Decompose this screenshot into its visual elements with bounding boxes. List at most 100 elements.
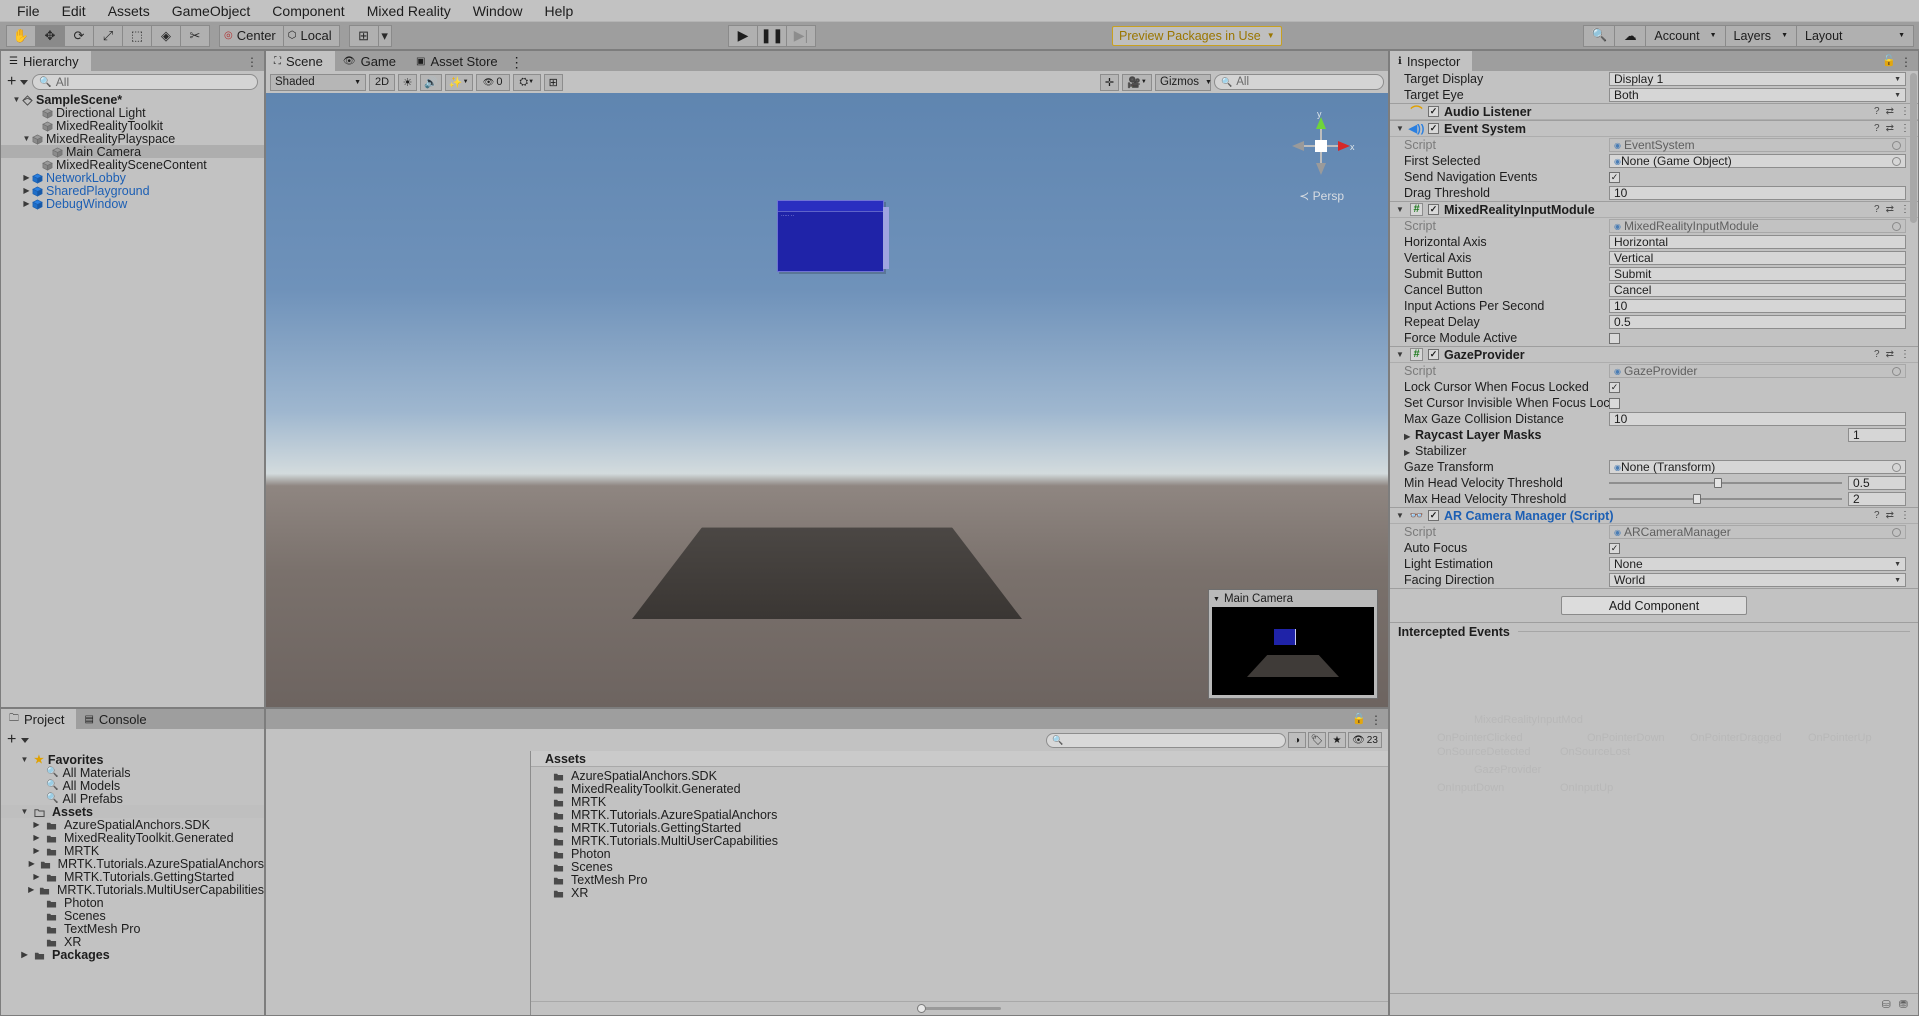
scene-orientation-gizmo[interactable]: y x bbox=[1286, 111, 1356, 181]
hierarchy-item-debugwindow[interactable]: ▶DebugWindow bbox=[1, 197, 264, 210]
footer-icon-2[interactable]: ⛃ bbox=[1899, 998, 1908, 1011]
component-enabled-checkbox[interactable]: ✓ bbox=[1428, 123, 1439, 134]
help-icon[interactable]: ? bbox=[1874, 349, 1880, 360]
search-toolbar-icon[interactable]: 🔍 bbox=[1583, 25, 1615, 47]
text-field[interactable]: 10 bbox=[1609, 299, 1906, 313]
disclosure-triangle[interactable]: ▼ bbox=[1396, 511, 1405, 520]
component-options-icon[interactable]: ⋮ bbox=[1900, 349, 1910, 360]
filter-by-label-icon[interactable]: 🏷 bbox=[1308, 732, 1326, 748]
disclosure-triangle[interactable]: ▼ bbox=[11, 95, 22, 104]
gizmos-dropdown[interactable]: Gizmos ▼ bbox=[1155, 74, 1211, 91]
component-header-event-system[interactable]: ▼◀))✓Event System?⇄⋮ bbox=[1390, 120, 1918, 137]
scene-grid-icon[interactable]: ⊞ bbox=[544, 74, 563, 91]
disclosure-triangle[interactable]: ▼ bbox=[1396, 350, 1405, 359]
tab-inspector[interactable]: ℹ Inspector bbox=[1390, 51, 1472, 71]
hierarchy-item-mixedrealityscenecontent[interactable]: ▶MixedRealitySceneContent bbox=[1, 158, 264, 171]
thumbnail-size-slider[interactable] bbox=[919, 1007, 1001, 1010]
component-header-mixedrealityinputmodule[interactable]: ▼#✓MixedRealityInputModule?⇄⋮ bbox=[1390, 201, 1918, 218]
disclosure-triangle[interactable]: ▼ bbox=[21, 134, 32, 143]
preset-icon[interactable]: ⇄ bbox=[1886, 349, 1894, 360]
tab-asset-store[interactable]: ▣ Asset Store bbox=[408, 51, 510, 71]
add-component-button[interactable]: Add Component bbox=[1561, 596, 1747, 615]
hierarchy-search-input[interactable]: 🔍 All bbox=[32, 74, 258, 90]
disclosure-triangle[interactable]: ▶ bbox=[1404, 432, 1415, 441]
disclosure-triangle[interactable]: ▶ bbox=[21, 199, 32, 208]
inspector-scroll-area[interactable]: Target DisplayDisplay 1▼Target EyeBoth▼⌒… bbox=[1390, 71, 1918, 993]
scene-options-icon[interactable]: ⋮ bbox=[510, 54, 524, 71]
help-icon[interactable]: ? bbox=[1874, 123, 1880, 134]
object-picker-icon[interactable] bbox=[1892, 367, 1901, 376]
project-tree-item-photon[interactable]: ▶Photon bbox=[1, 896, 264, 909]
pivot-rotation-button[interactable]: ⬡ Local bbox=[283, 25, 340, 47]
hierarchy-item-mixedrealitytoolkit[interactable]: ▶MixedRealityToolkit bbox=[1, 119, 264, 132]
menu-item-assets[interactable]: Assets bbox=[97, 0, 161, 22]
slider-value-field[interactable]: 0.5 bbox=[1848, 476, 1906, 490]
slider-knob[interactable] bbox=[917, 1004, 926, 1013]
dropdown-field[interactable]: None▼ bbox=[1609, 557, 1906, 571]
project-tree-item-assets[interactable]: ▼Assets bbox=[1, 805, 264, 818]
component-options-icon[interactable]: ⋮ bbox=[1900, 510, 1910, 521]
hand-tool-icon[interactable]: ✋ bbox=[6, 25, 36, 47]
project-tree-item-all-prefabs[interactable]: ▶🔍All Prefabs bbox=[1, 792, 264, 805]
scene-viewport[interactable]: ····· ·· y x bbox=[266, 93, 1388, 707]
chevron-down-icon[interactable] bbox=[21, 738, 29, 743]
project-options-icon[interactable]: ⋮ bbox=[1370, 713, 1382, 727]
component-header-gazeprovider[interactable]: ▼#✓GazeProvider?⇄⋮ bbox=[1390, 346, 1918, 363]
help-icon[interactable]: ? bbox=[1874, 204, 1880, 215]
grid-snapping-icon[interactable]: ⊞ bbox=[349, 25, 379, 47]
disclosure-triangle[interactable]: ▶ bbox=[31, 820, 42, 829]
menu-item-component[interactable]: Component bbox=[261, 0, 355, 22]
project-tree-item-favorites[interactable]: ▼★Favorites bbox=[1, 753, 264, 766]
disclosure-triangle[interactable]: ▶ bbox=[31, 872, 42, 881]
inspector-options-icon[interactable]: ⋮ bbox=[1900, 55, 1912, 69]
disclosure-triangle[interactable]: ▶ bbox=[21, 186, 32, 195]
menu-item-window[interactable]: Window bbox=[462, 0, 534, 22]
asset-item-mrtk[interactable]: MRTK bbox=[531, 795, 1388, 808]
project-tree-item-all-models[interactable]: ▶🔍All Models bbox=[1, 779, 264, 792]
scene-blue-ui-panel[interactable]: ····· ·· bbox=[777, 200, 884, 272]
pivot-mode-button[interactable]: ◎ Center bbox=[219, 25, 284, 47]
checkbox[interactable]: ✓ bbox=[1609, 398, 1620, 409]
scene-audio-icon[interactable]: 🔊 bbox=[420, 74, 442, 91]
rect-tool-icon[interactable]: ⬚ bbox=[122, 25, 152, 47]
scene-lighting-icon[interactable]: ☀ bbox=[398, 74, 417, 91]
project-search-input[interactable]: 🔍 bbox=[1046, 733, 1286, 748]
component-enabled-checkbox[interactable]: ✓ bbox=[1428, 349, 1439, 360]
object-field[interactable]: ◉GazeProvider bbox=[1609, 364, 1906, 378]
disclosure-triangle[interactable]: ▼ bbox=[19, 755, 30, 764]
preset-icon[interactable]: ⇄ bbox=[1886, 123, 1894, 134]
help-icon[interactable]: ? bbox=[1874, 510, 1880, 521]
project-tree-item-mrtk-tutorials-azurespatialanchors[interactable]: ▶MRTK.Tutorials.AzureSpatialAnchors bbox=[1, 857, 264, 870]
menu-item-file[interactable]: File bbox=[6, 0, 51, 22]
disclosure-triangle[interactable]: ▼ bbox=[1396, 205, 1405, 214]
disclosure-triangle[interactable]: ▶ bbox=[21, 173, 32, 182]
menu-item-gameobject[interactable]: GameObject bbox=[161, 0, 262, 22]
checkbox[interactable]: ✓ bbox=[1609, 382, 1620, 393]
cloud-collab-icon[interactable]: ☁ bbox=[1614, 25, 1646, 47]
tab-console[interactable]: ▤ Console bbox=[76, 709, 158, 729]
object-field[interactable]: ◉None (Game Object) bbox=[1609, 154, 1906, 168]
preset-icon[interactable]: ⇄ bbox=[1886, 510, 1894, 521]
slider-knob[interactable] bbox=[1693, 494, 1701, 504]
footer-icon-1[interactable]: ⛁ bbox=[1882, 998, 1891, 1011]
tab-scene[interactable]: ⛶ Scene bbox=[266, 51, 335, 71]
camera-preview-title[interactable]: ▼ Main Camera bbox=[1211, 592, 1375, 606]
create-asset-icon[interactable]: + bbox=[7, 733, 16, 747]
project-tree-item-xr[interactable]: ▶XR bbox=[1, 935, 264, 948]
object-picker-icon[interactable] bbox=[1892, 157, 1901, 166]
transform-tool-icon[interactable]: ◈ bbox=[151, 25, 181, 47]
tab-hierarchy[interactable]: ☰ Hierarchy bbox=[1, 51, 91, 71]
text-field[interactable]: Cancel bbox=[1609, 283, 1906, 297]
object-picker-icon[interactable] bbox=[1892, 528, 1901, 537]
pause-button[interactable]: ❚❚ bbox=[757, 25, 787, 47]
menu-item-edit[interactable]: Edit bbox=[51, 0, 97, 22]
component-enabled-checkbox[interactable]: ✓ bbox=[1428, 106, 1439, 117]
project-tree-item-mixedrealitytoolkit-generated[interactable]: ▶MixedRealityToolkit.Generated bbox=[1, 831, 264, 844]
project-tree[interactable]: ▼★Favorites▶🔍All Materials▶🔍All Models▶🔍… bbox=[1, 751, 264, 1015]
slider-track[interactable] bbox=[1609, 482, 1842, 484]
asset-item-xr[interactable]: XR bbox=[531, 886, 1388, 899]
object-field[interactable]: ◉None (Transform) bbox=[1609, 460, 1906, 474]
object-field[interactable]: ◉EventSystem bbox=[1609, 138, 1906, 152]
asset-item-photon[interactable]: Photon bbox=[531, 847, 1388, 860]
menu-item-mixed-reality[interactable]: Mixed Reality bbox=[356, 0, 462, 22]
